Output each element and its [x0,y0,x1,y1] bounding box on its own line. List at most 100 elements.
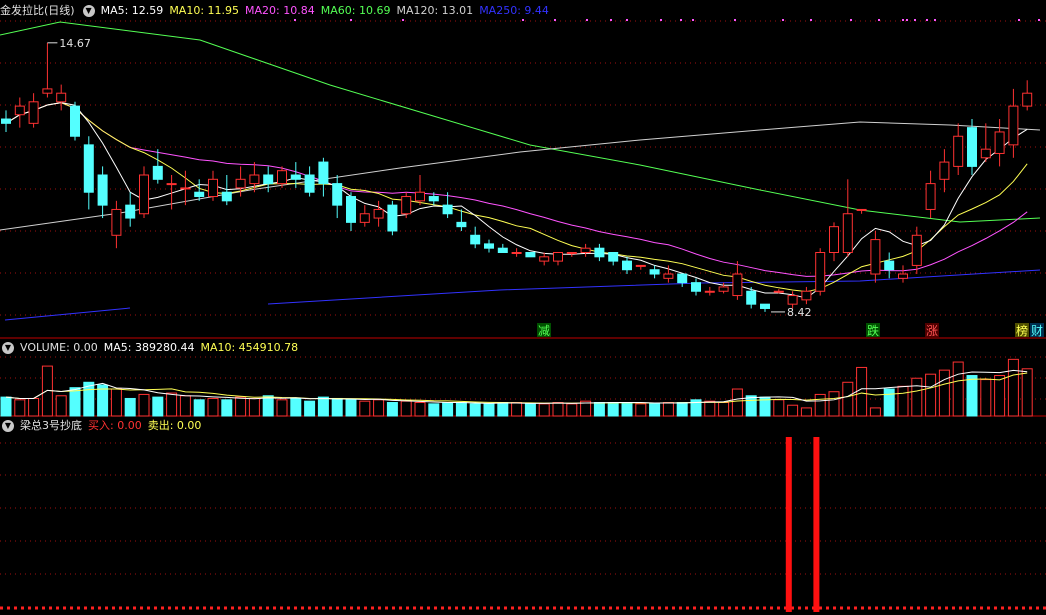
candle-body [470,234,481,245]
volume-bar [566,403,578,417]
candle-body [801,290,812,301]
event-dot [350,19,352,21]
volume-bar [55,395,67,417]
chevron-down-icon[interactable]: ▼ [82,5,95,17]
ma60-line [0,21,1041,223]
candle-body [815,252,826,292]
stock-chart-canvas[interactable]: 14.67 8.42 减 跌 涨 榜财 [0,0,1046,615]
event-dot [906,19,908,21]
candle-body [773,290,784,293]
volume-bar [1021,368,1033,417]
candle-body [373,208,384,219]
candle-body [442,204,453,215]
candle-body [111,208,122,236]
candle-body [525,252,536,258]
candle-body [401,196,412,215]
volume-bar [511,402,523,417]
candle-body [415,191,425,202]
candle-body [28,101,39,124]
event-dot [914,19,916,21]
vol-ma10-label: MA10: 454910.78 [200,341,299,354]
volume-bar [1007,358,1019,417]
volume-bar [152,396,164,417]
candle-body [842,213,853,253]
candle-body [152,165,163,180]
candle-body [939,161,950,180]
candle-body [870,239,881,275]
event-dot [554,19,556,21]
event-dot [522,19,524,21]
volume-bar [248,397,260,417]
candle-body [718,286,729,292]
candle-body [194,191,205,198]
buy-signal-bar [785,437,792,612]
candle-body [249,174,260,185]
candle-body [14,105,25,116]
volume-bar [428,403,440,417]
candle-body [677,273,688,284]
volume-bar [980,379,992,417]
candle-body [1008,105,1019,146]
volume-bar [290,397,302,417]
volume-bar [938,369,950,417]
volume-bar [649,403,661,417]
volume-bar [359,400,371,417]
candle-body [56,92,67,103]
candle-body [42,88,53,94]
candle-body [704,290,715,293]
volume-legend: ▼ VOLUME: 0.00 MA5: 389280.44 MA10: 454910.… [0,340,304,356]
candle-body [511,252,522,254]
candle-body [691,282,701,292]
high-price-label: 14.67 [59,37,91,50]
volume-bar [400,400,412,417]
candle-body [994,131,1005,154]
ma60-label: MA60: 10.69 [320,4,391,17]
low-price-label: 8.42 [787,306,812,319]
volume-bar [221,399,233,417]
candle-body [663,273,674,279]
event-dot [610,19,612,21]
volume-bar [773,399,785,417]
candle-body [290,174,301,180]
event-dot [878,19,880,21]
candle-body [428,196,439,202]
candle-body [497,247,508,253]
volume-bar [800,407,812,417]
candle-body [332,183,343,206]
candle-body [277,170,287,185]
candle-body [125,204,136,219]
volume-bar [28,397,40,417]
volume-bar [414,402,426,417]
volume-bar [994,375,1006,417]
candle-body [829,226,839,254]
candle-body [1022,92,1033,107]
candle-body [359,213,370,223]
candle-body [608,252,619,262]
volume-bar [442,402,454,417]
event-dot [402,19,404,21]
candle-body [622,260,632,271]
volume-bar [304,400,316,417]
volume-bar [828,391,840,417]
volume-bar [787,404,799,417]
volume-bar [856,366,868,417]
volume-bar [911,377,923,417]
chevron-down-icon[interactable]: ▼ [2,342,14,354]
event-dot [660,19,662,21]
event-tag-1: 跌 [867,323,879,338]
candle-body [304,174,315,193]
event-dot [850,19,852,21]
candle-body [456,221,467,228]
volume-bar [386,402,398,417]
volume-title: VOLUME: 0.00 [20,341,98,354]
volume-bar [718,402,730,417]
volume-bar [331,397,343,417]
candle-body [235,178,246,189]
candle-body [635,264,646,267]
volume-bar [676,402,688,417]
chevron-down-icon[interactable]: ▼ [2,420,14,432]
event-dot [586,19,588,21]
event-dot [692,19,694,21]
volume-bar [593,402,605,417]
event-tag-0: 减 [538,324,550,338]
